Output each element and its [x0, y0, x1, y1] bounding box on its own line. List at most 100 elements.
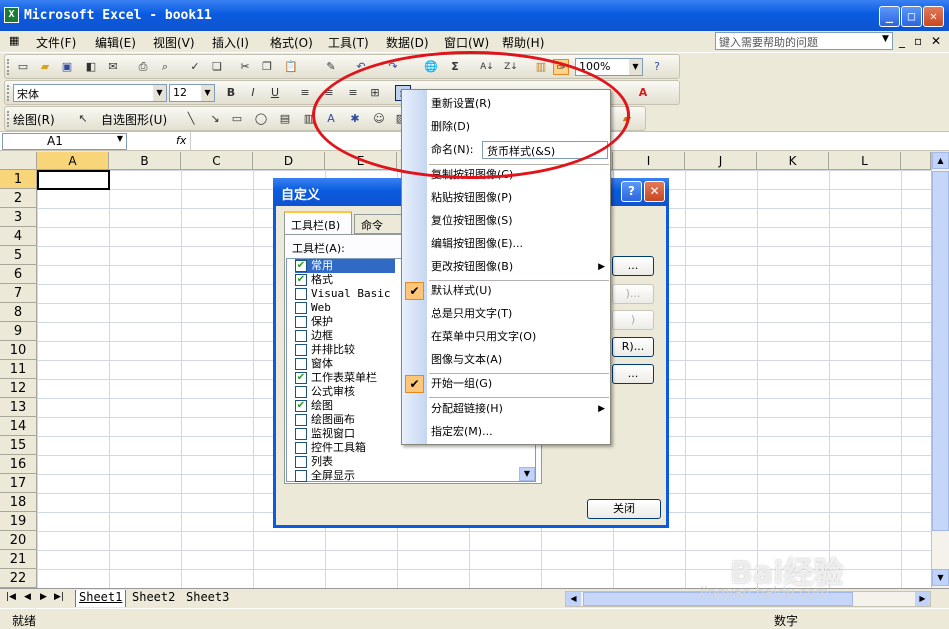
maximize-button[interactable]: □: [901, 6, 922, 27]
permission-icon[interactable]: ◧: [83, 59, 99, 75]
list-item[interactable]: 保护: [295, 315, 333, 329]
print-preview-icon[interactable]: ⌕: [157, 59, 173, 75]
list-item[interactable]: 并排比较: [295, 343, 355, 357]
list-item[interactable]: 绘图画布: [295, 413, 355, 427]
first-sheet-icon[interactable]: |◀: [6, 592, 16, 602]
workbook-menu-icon[interactable]: ▦: [9, 34, 19, 47]
help-search-input[interactable]: 键入需要帮助的问题: [715, 32, 893, 50]
checkbox[interactable]: [295, 316, 307, 328]
textbox-icon[interactable]: ▤: [277, 111, 293, 127]
menu-view[interactable]: 视图(V): [153, 34, 195, 51]
copy-icon[interactable]: ❐: [259, 59, 275, 75]
row-header[interactable]: 16: [0, 455, 37, 474]
menu-item-image-and-text[interactable]: 图像与文本(A): [431, 350, 609, 370]
checkbox[interactable]: [295, 456, 307, 468]
sheet-tab-sheet2[interactable]: Sheet2: [129, 590, 178, 607]
menu-edit[interactable]: 编辑(E): [95, 34, 136, 51]
insert-function-icon[interactable]: fx: [176, 134, 186, 147]
dialog-close-icon[interactable]: ✕: [644, 181, 665, 202]
toolbar-grip[interactable]: [7, 111, 10, 127]
vertical-scrollbar[interactable]: ▲ ▼: [931, 152, 949, 588]
active-cell[interactable]: [37, 170, 110, 190]
next-sheet-icon[interactable]: ▶: [40, 592, 47, 602]
new-toolbar-button[interactable]: ...: [612, 256, 654, 276]
checkbox[interactable]: [295, 302, 307, 314]
paste-icon[interactable]: 📋: [283, 59, 299, 75]
list-item[interactable]: ✔ 绘图: [295, 399, 333, 413]
menu-item-paste-image[interactable]: 粘贴按钮图像(P): [431, 188, 609, 208]
menu-tools[interactable]: 工具(T): [328, 34, 369, 51]
row-header[interactable]: 12: [0, 379, 37, 398]
column-header[interactable]: B: [109, 152, 181, 170]
font-name-select[interactable]: 宋体 ▼: [13, 84, 167, 102]
list-item[interactable]: Web: [295, 301, 331, 315]
menu-item-assign-macro[interactable]: 指定宏(M)...: [431, 422, 609, 442]
zoom-dropdown-icon[interactable]: ▼: [629, 59, 642, 75]
row-header[interactable]: 6: [0, 265, 37, 284]
autoshapes-menu[interactable]: 自选图形(U): [101, 111, 167, 128]
menu-insert[interactable]: 插入(I): [212, 34, 249, 51]
font-size-select[interactable]: 12 ▼: [169, 84, 215, 102]
row-header[interactable]: 18: [0, 493, 37, 512]
row-header[interactable]: 5: [0, 246, 37, 265]
checkbox[interactable]: [295, 414, 307, 426]
row-header[interactable]: 20: [0, 531, 37, 550]
sheet-tab-sheet3[interactable]: Sheet3: [183, 590, 232, 607]
tab-toolbars[interactable]: 工具栏(B): [284, 211, 352, 235]
row-header[interactable]: 15: [0, 436, 37, 455]
help-icon[interactable]: ?: [649, 59, 665, 75]
prev-sheet-icon[interactable]: ◀: [24, 592, 31, 602]
checkbox-checked[interactable]: ✔: [295, 400, 307, 412]
checkbox-checked[interactable]: ✔: [295, 274, 307, 286]
list-item[interactable]: Visual Basic: [295, 287, 390, 301]
column-header[interactable]: C: [181, 152, 253, 170]
row-header[interactable]: 19: [0, 512, 37, 531]
checkbox-checked[interactable]: ✔: [295, 372, 307, 384]
list-item[interactable]: 列表: [295, 455, 333, 469]
select-all-corner[interactable]: [0, 152, 37, 170]
menu-file[interactable]: 文件(F): [36, 34, 76, 51]
row-header[interactable]: 21: [0, 550, 37, 569]
reset-toolbar-button[interactable]: R)...: [612, 337, 654, 357]
column-header[interactable]: A: [37, 152, 109, 170]
checkbox[interactable]: [295, 428, 307, 440]
row-header[interactable]: 1: [0, 170, 37, 189]
column-header[interactable]: I: [613, 152, 685, 170]
email-icon[interactable]: ✉: [105, 59, 121, 75]
draw-menu[interactable]: 绘图(R): [13, 111, 55, 128]
scroll-down-icon[interactable]: ▼: [932, 569, 949, 586]
spelling-icon[interactable]: ✓: [187, 59, 203, 75]
list-scroll-down-icon[interactable]: ▼: [519, 467, 535, 481]
row-header[interactable]: 14: [0, 417, 37, 436]
row-header[interactable]: 22: [0, 569, 37, 588]
list-item[interactable]: ✔ 格式: [295, 273, 333, 287]
checkbox[interactable]: [295, 330, 307, 342]
menu-item-assign-hyperlink[interactable]: 分配超链接(H) ▶: [431, 399, 609, 419]
save-icon[interactable]: ▣: [59, 59, 75, 75]
menu-data[interactable]: 数据(D): [386, 34, 429, 51]
list-item[interactable]: ✔ 工作表菜单栏: [295, 371, 377, 385]
row-header[interactable]: 4: [0, 227, 37, 246]
doc-close-button[interactable]: ✕: [931, 34, 941, 48]
font-dropdown-icon[interactable]: ▼: [153, 85, 166, 101]
select-objects-icon[interactable]: ↖: [75, 111, 91, 127]
list-item[interactable]: 窗体: [295, 357, 333, 371]
line-icon[interactable]: ╲: [183, 111, 199, 127]
row-header[interactable]: 3: [0, 208, 37, 227]
column-header[interactable]: L: [829, 152, 901, 170]
row-header[interactable]: 10: [0, 341, 37, 360]
row-header[interactable]: 13: [0, 398, 37, 417]
row-header[interactable]: 2: [0, 189, 37, 208]
align-left-icon[interactable]: ≡: [297, 85, 313, 101]
close-window-button[interactable]: ✕: [923, 6, 944, 27]
menu-window[interactable]: 窗口(W): [444, 34, 489, 51]
list-item[interactable]: 控件工具箱: [295, 441, 366, 455]
list-item[interactable]: 监视窗口: [295, 427, 355, 441]
oval-icon[interactable]: ◯: [253, 111, 269, 127]
cut-icon[interactable]: ✂: [237, 59, 253, 75]
format-painter-icon[interactable]: ✎: [323, 59, 339, 75]
menu-item-text-only-always[interactable]: 总是只用文字(T): [431, 304, 609, 324]
last-sheet-icon[interactable]: ▶|: [54, 592, 64, 602]
rectangle-icon[interactable]: ▭: [229, 111, 245, 127]
checkbox[interactable]: [295, 386, 307, 398]
